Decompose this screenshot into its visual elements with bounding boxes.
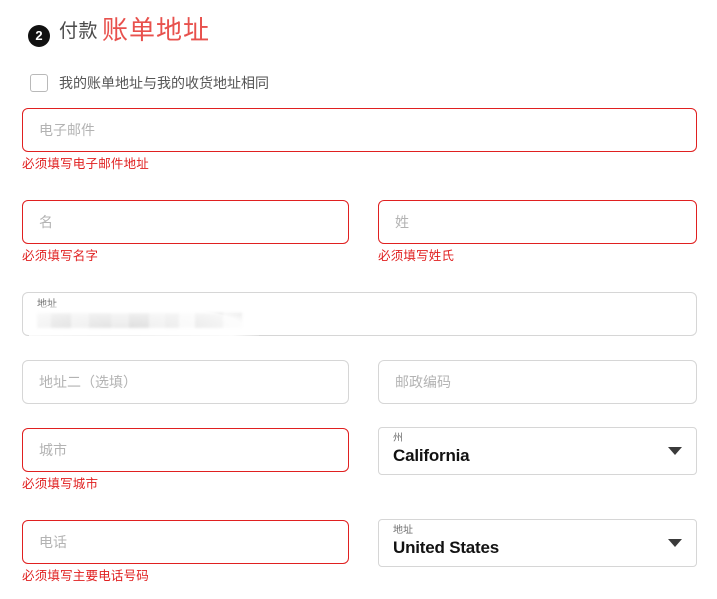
- same-as-shipping-checkbox[interactable]: [30, 74, 48, 92]
- city-placeholder: 城市: [39, 442, 67, 458]
- chevron-down-icon[interactable]: [668, 539, 682, 547]
- state-selected-value: California: [393, 446, 470, 465]
- step-number-badge: 2: [28, 24, 50, 47]
- city-field-group: 城市 必须填写城市: [22, 428, 349, 492]
- first-name-error-message: 必须填写名字: [22, 249, 99, 263]
- page-title: 付款: [59, 21, 99, 42]
- last-name-error-message: 必须填写姓氏: [378, 249, 455, 263]
- state-label: 州: [393, 433, 403, 444]
- address-line1-redacted-value: [29, 303, 259, 347]
- state-field-group: 州 California: [378, 427, 697, 475]
- email-error-message: 必须填写电子邮件地址: [22, 157, 150, 171]
- last-name-input[interactable]: 姓: [378, 200, 697, 244]
- postal-code-placeholder: 邮政编码: [395, 374, 451, 390]
- email-field-group: 电子邮件 必须填写电子邮件地址: [22, 108, 697, 172]
- postal-code-field-group: 邮政编码: [378, 360, 697, 404]
- phone-placeholder: 电话: [39, 534, 67, 550]
- address-line2-input[interactable]: 地址二（选填）: [22, 360, 349, 404]
- same-as-shipping-label: 我的账单地址与我的收货地址相同: [59, 75, 269, 91]
- phone-field-group: 电话 必须填写主要电话号码: [22, 520, 349, 584]
- billing-address-form: 2 付款 账单地址 我的账单地址与我的收货地址相同 电子邮件 必须填写电子邮件地…: [0, 0, 717, 599]
- address-line2-placeholder: 地址二（选填）: [39, 374, 137, 390]
- address-line1-input[interactable]: 地址: [22, 292, 697, 347]
- country-field-group: 地址 United States: [378, 519, 697, 567]
- email-input[interactable]: 电子邮件: [22, 108, 697, 152]
- address-line1-field-group: 地址: [22, 292, 697, 347]
- last-name-placeholder: 姓: [395, 214, 409, 230]
- postal-code-input[interactable]: 邮政编码: [378, 360, 697, 404]
- state-select[interactable]: 州 California: [378, 427, 697, 475]
- first-name-placeholder: 名: [39, 214, 53, 230]
- city-input[interactable]: 城市: [22, 428, 349, 472]
- same-as-shipping-row[interactable]: 我的账单地址与我的收货地址相同: [30, 74, 269, 92]
- page-subtitle: 账单地址: [102, 16, 211, 46]
- section-header: 2 付款 账单地址: [28, 8, 211, 47]
- phone-error-message: 必须填写主要电话号码: [22, 569, 150, 583]
- country-label: 地址: [393, 525, 413, 536]
- redaction-mosaic: [37, 313, 242, 328]
- first-name-input[interactable]: 名: [22, 200, 349, 244]
- address-line1-label: 地址: [37, 299, 57, 310]
- country-select[interactable]: 地址 United States: [378, 519, 697, 567]
- address-line2-field-group: 地址二（选填）: [22, 360, 349, 404]
- chevron-down-icon[interactable]: [668, 447, 682, 455]
- phone-input[interactable]: 电话: [22, 520, 349, 564]
- first-name-field-group: 名 必须填写名字: [22, 200, 349, 264]
- country-selected-value: United States: [393, 538, 500, 557]
- last-name-field-group: 姓 必须填写姓氏: [378, 200, 697, 264]
- email-placeholder: 电子邮件: [39, 122, 95, 138]
- city-error-message: 必须填写城市: [22, 477, 99, 491]
